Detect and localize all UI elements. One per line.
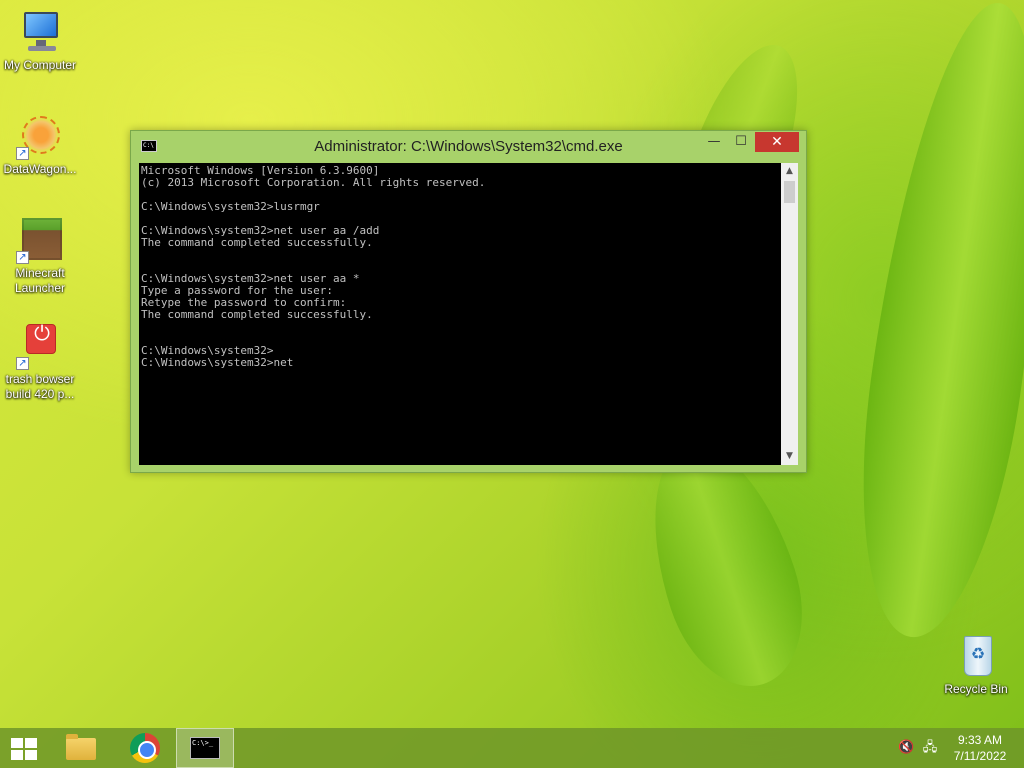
- cmd-window[interactable]: C:\ Administrator: C:\Windows\System32\c…: [130, 130, 807, 473]
- console-line: C:\Windows\system32>net: [141, 356, 294, 369]
- desktop-icon-my-computer[interactable]: My Computer: [0, 8, 80, 73]
- console-line: The command completed successfully.: [141, 236, 373, 249]
- taskbar: C:\>_ 🔇 🖧 9:33 AM 7/11/2022: [0, 728, 1024, 768]
- trash-bowser-icon: ↗: [16, 322, 64, 370]
- datawagon-icon: ↗: [16, 112, 64, 160]
- taskbar-clock[interactable]: 9:33 AM 7/11/2022: [944, 732, 1016, 764]
- taskbar-chrome[interactable]: [120, 728, 170, 768]
- recycle-bin-icon: [952, 632, 1000, 680]
- shortcut-arrow-icon: ↗: [16, 357, 29, 370]
- minimize-button[interactable]: —: [701, 132, 727, 152]
- shortcut-arrow-icon: ↗: [16, 251, 29, 264]
- wallpaper-leaf: [836, 0, 1024, 648]
- clock-time: 9:33 AM: [957, 733, 1003, 747]
- clock-date: 7/11/2022: [953, 749, 1007, 763]
- desktop-icon-label: My Computer: [3, 58, 77, 72]
- desktop-icon-minecraft-launcher[interactable]: ↗ Minecraft Launcher: [0, 216, 80, 296]
- window-titlebar[interactable]: C:\ Administrator: C:\Windows\System32\c…: [131, 131, 806, 163]
- desktop-icon-label: Minecraft Launcher: [14, 266, 66, 295]
- vertical-scrollbar[interactable]: ▲ ▼: [781, 163, 798, 465]
- windows-logo-icon: [11, 738, 37, 760]
- minecraft-icon: ↗: [16, 216, 64, 264]
- console-line: (c) 2013 Microsoft Corporation. All righ…: [141, 176, 486, 189]
- desktop-icon-datawagon[interactable]: ↗ DataWagon...: [0, 112, 80, 177]
- maximize-button[interactable]: ☐: [728, 132, 754, 152]
- scroll-down-icon[interactable]: ▼: [781, 448, 798, 465]
- network-icon[interactable]: 🖧: [922, 740, 938, 756]
- computer-icon: [16, 8, 64, 56]
- desktop-icon-label: trash bowser build 420 p...: [5, 372, 75, 401]
- console-output[interactable]: Microsoft Windows [Version 6.3.9600] (c) …: [139, 163, 781, 465]
- console-line: C:\Windows\system32>lusrmgr: [141, 200, 320, 213]
- cmd-icon: C:\>_: [190, 737, 220, 759]
- desktop-icon-trash-bowser[interactable]: ↗ trash bowser build 420 p...: [0, 322, 80, 402]
- console-line: The command completed successfully.: [141, 308, 373, 321]
- chrome-icon: [130, 733, 160, 763]
- start-button[interactable]: [0, 728, 48, 768]
- folder-icon: [66, 734, 96, 760]
- desktop-icon-label: Recycle Bin: [944, 682, 1008, 696]
- taskbar-cmd[interactable]: C:\>_: [176, 728, 234, 768]
- scroll-thumb[interactable]: [784, 181, 795, 203]
- shortcut-arrow-icon: ↗: [16, 147, 29, 160]
- desktop-icon-recycle-bin[interactable]: Recycle Bin: [936, 632, 1016, 697]
- volume-muted-icon[interactable]: 🔇: [898, 740, 914, 756]
- desktop-icon-label: DataWagon...: [3, 162, 77, 176]
- scroll-up-icon[interactable]: ▲: [781, 163, 798, 180]
- close-button[interactable]: ✕: [755, 132, 799, 152]
- taskbar-file-explorer[interactable]: [56, 728, 106, 768]
